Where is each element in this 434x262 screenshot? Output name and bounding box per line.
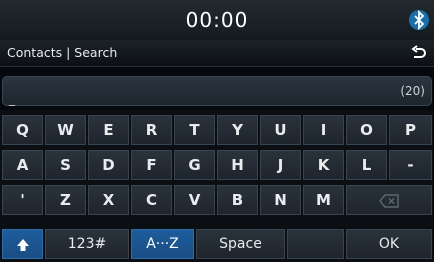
backspace-key[interactable] <box>346 185 432 215</box>
ok-button[interactable]: OK <box>346 229 432 259</box>
character-counter: (20) <box>400 84 425 98</box>
bluetooth-icon <box>409 9 429 31</box>
key-h[interactable]: H <box>217 150 258 180</box>
backspace-icon <box>379 193 399 208</box>
key-apostrophe[interactable]: ' <box>2 185 43 215</box>
back-arrow-icon[interactable] <box>410 44 428 62</box>
status-bar: 00:00 <box>0 0 434 40</box>
key-v[interactable]: V <box>174 185 215 215</box>
key-y[interactable]: Y <box>217 115 258 145</box>
screen: 00:00 Contacts | Search _ (20) Q W E R T… <box>0 0 434 262</box>
alpha-mode-key[interactable]: A···Z <box>131 229 194 259</box>
key-g[interactable]: G <box>174 150 215 180</box>
key-z[interactable]: Z <box>45 185 86 215</box>
key-p[interactable]: P <box>389 115 432 145</box>
key-b[interactable]: B <box>217 185 258 215</box>
key-l[interactable]: L <box>346 150 387 180</box>
input-cursor: _ <box>9 92 15 106</box>
key-k[interactable]: K <box>303 150 344 180</box>
key-r[interactable]: R <box>131 115 172 145</box>
clock: 00:00 <box>185 8 249 32</box>
key-n[interactable]: N <box>260 185 301 215</box>
shift-up-icon <box>16 238 29 251</box>
search-row: _ (20) <box>0 70 434 110</box>
keyboard: Q W E R T Y U I O P A S D F G H J K L - … <box>0 110 434 262</box>
key-e[interactable]: E <box>88 115 129 145</box>
key-hyphen[interactable]: - <box>389 150 432 180</box>
page-title: Contacts | Search <box>7 45 118 60</box>
space-key[interactable]: Space <box>196 229 285 259</box>
key-x[interactable]: X <box>88 185 129 215</box>
shift-key[interactable] <box>2 229 43 259</box>
key-j[interactable]: J <box>260 150 301 180</box>
key-w[interactable]: W <box>45 115 86 145</box>
key-d[interactable]: D <box>88 150 129 180</box>
key-u[interactable]: U <box>260 115 301 145</box>
key-m[interactable]: M <box>303 185 344 215</box>
key-t[interactable]: T <box>174 115 215 145</box>
key-a[interactable]: A <box>2 150 43 180</box>
key-o[interactable]: O <box>346 115 387 145</box>
key-i[interactable]: I <box>303 115 344 145</box>
key-f[interactable]: F <box>131 150 172 180</box>
numeric-mode-key[interactable]: 123# <box>45 229 129 259</box>
blank-key <box>287 229 344 259</box>
search-input[interactable]: _ (20) <box>2 76 432 106</box>
key-c[interactable]: C <box>131 185 172 215</box>
key-q[interactable]: Q <box>2 115 43 145</box>
key-s[interactable]: S <box>45 150 86 180</box>
title-bar: Contacts | Search <box>0 40 434 67</box>
